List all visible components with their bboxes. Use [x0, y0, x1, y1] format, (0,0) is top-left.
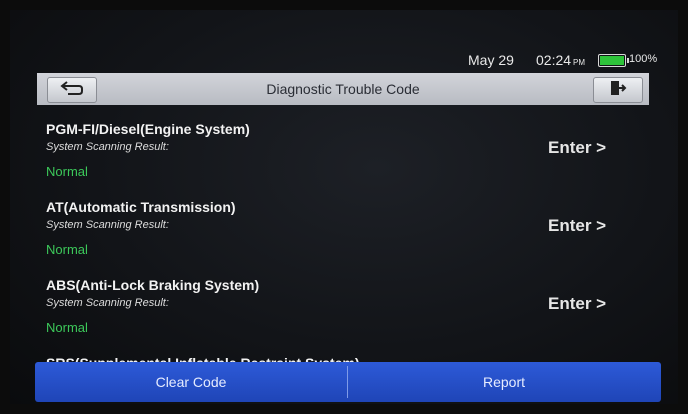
title-bar: Diagnostic Trouble Code — [37, 73, 649, 105]
scan-status: Normal — [46, 320, 88, 335]
status-time: 02:24 PM — [536, 52, 585, 68]
enter-button[interactable]: Enter > — [548, 138, 606, 158]
enter-button[interactable]: Enter > — [548, 216, 606, 236]
page-title: Diagnostic Trouble Code — [266, 81, 420, 97]
status-bar: May 29 02:24 PM 100% — [10, 50, 678, 72]
clear-code-button[interactable]: Clear Code — [35, 362, 347, 402]
scan-status: Normal — [46, 242, 88, 257]
system-name: ABS(Anti-Lock Braking System) — [46, 277, 260, 293]
device-screen: May 29 02:24 PM 100% Diagnostic Trouble C… — [10, 10, 678, 404]
scan-result-label: System Scanning Result: — [46, 297, 169, 309]
scan-result-label: System Scanning Result: — [46, 141, 169, 153]
system-item-transmission[interactable]: AT(Automatic Transmission) System Scanni… — [10, 183, 678, 261]
enter-button[interactable]: Enter > — [548, 294, 606, 314]
scan-result-label: System Scanning Result: — [46, 219, 169, 231]
system-item-abs[interactable]: ABS(Anti-Lock Braking System) System Sca… — [10, 261, 678, 339]
scan-status: Normal — [46, 164, 88, 179]
status-time-value: 02:24 — [536, 52, 572, 68]
system-list: PGM-FI/Diesel(Engine System) System Scan… — [10, 105, 678, 367]
bottom-action-bar: Clear Code Report — [35, 362, 661, 402]
exit-button[interactable] — [593, 77, 643, 103]
report-button[interactable]: Report — [348, 362, 660, 402]
battery-icon — [598, 54, 629, 67]
exit-door-icon — [609, 80, 627, 101]
status-ampm: PM — [573, 58, 586, 67]
system-item-engine[interactable]: PGM-FI/Diesel(Engine System) System Scan… — [10, 105, 678, 183]
system-name: PGM-FI/Diesel(Engine System) — [46, 121, 250, 137]
battery-percent: 100% — [629, 53, 658, 65]
system-name: AT(Automatic Transmission) — [46, 199, 236, 215]
status-date: May 29 — [468, 52, 514, 68]
